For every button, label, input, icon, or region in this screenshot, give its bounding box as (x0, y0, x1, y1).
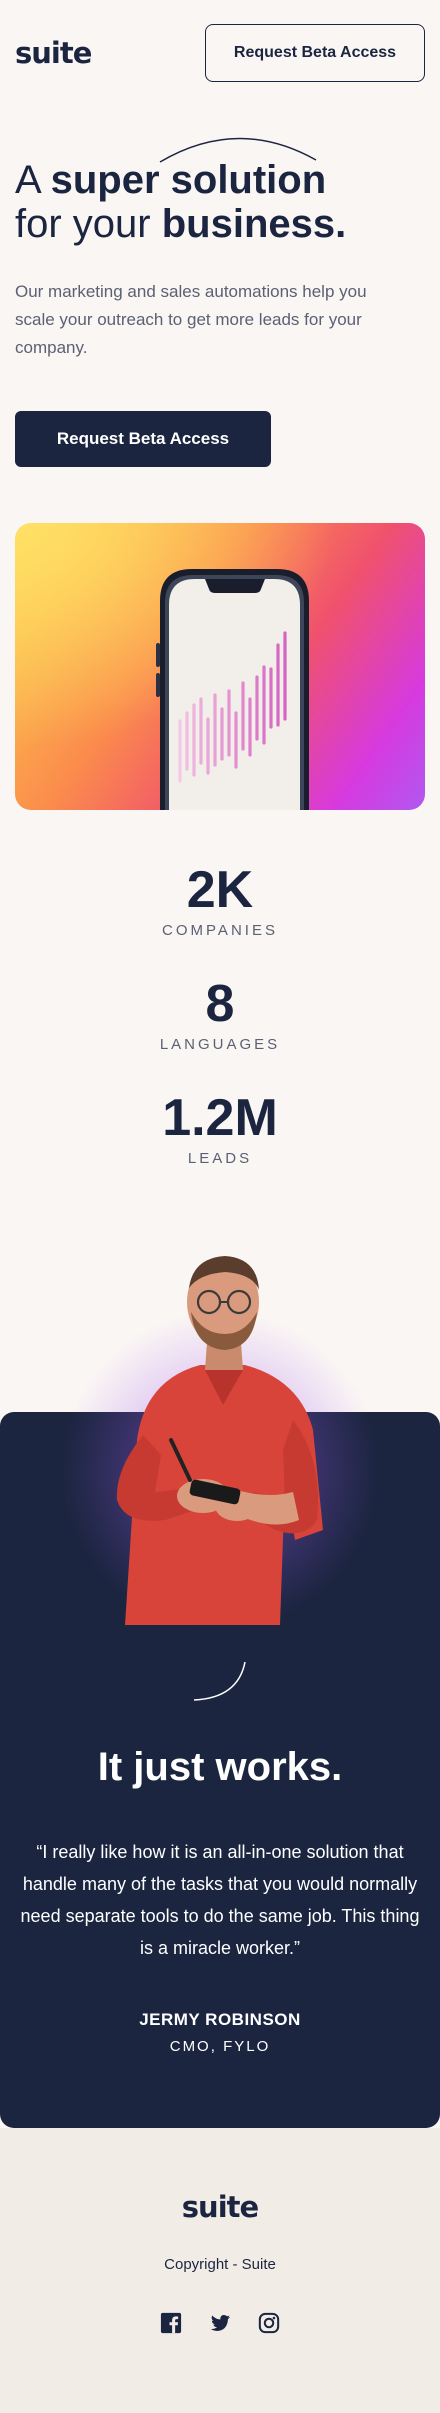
stat-label: LANGUAGES (159, 1036, 281, 1053)
instagram-icon[interactable] (258, 2312, 280, 2334)
hero-title-highlight-2: business. (161, 202, 347, 246)
decorative-arc (193, 1661, 246, 1701)
stat-label: LEADS (187, 1150, 253, 1167)
hero-phone-image (15, 523, 425, 810)
copyright-text: Copyright - Suite (164, 2256, 276, 2273)
stat-value: 8 (205, 975, 235, 1033)
site-header: suite Request Beta Access (0, 0, 440, 110)
testimonial-title-highlight: works. (215, 1745, 343, 1789)
stat-value: 2K (186, 861, 254, 919)
hero-title-prefix: A (15, 158, 51, 202)
footer-suite-logo[interactable]: suite (0, 2190, 440, 2224)
hero-title: A super solution for your business. (15, 158, 425, 246)
social-links (160, 2310, 280, 2336)
stat-languages: 8 LANGUAGES (0, 974, 440, 1053)
stat-leads: 1.2M LEADS (0, 1088, 440, 1167)
suite-logo[interactable]: suite (15, 36, 92, 70)
testimonial-author-name: JERMY ROBINSON (139, 2010, 301, 2029)
request-beta-access-button[interactable]: Request Beta Access (15, 411, 271, 467)
twitter-icon[interactable] (209, 2312, 231, 2334)
hero-title-highlight: super solution (50, 158, 327, 202)
hero-description: Our marketing and sales automations help… (15, 282, 367, 357)
stat-companies: 2K COMPANIES (0, 860, 440, 939)
testimonial-quote: “I really like how it is an all-in-one s… (20, 1842, 420, 1958)
stat-value: 1.2M (162, 1089, 278, 1147)
testimonial-author-role: CMO, FYLO (169, 2038, 271, 2055)
request-beta-access-header-button[interactable]: Request Beta Access (205, 24, 425, 82)
testimonial-title-prefix: It just (97, 1745, 216, 1789)
testimonial-title: It just works. (0, 1745, 440, 1790)
stat-label: COMPANIES (162, 922, 278, 939)
facebook-icon[interactable] (160, 2312, 182, 2334)
testimonial-person-photo (116, 1256, 323, 1625)
hero-title-middle: for your (15, 202, 162, 246)
phone-illustration (156, 569, 309, 810)
